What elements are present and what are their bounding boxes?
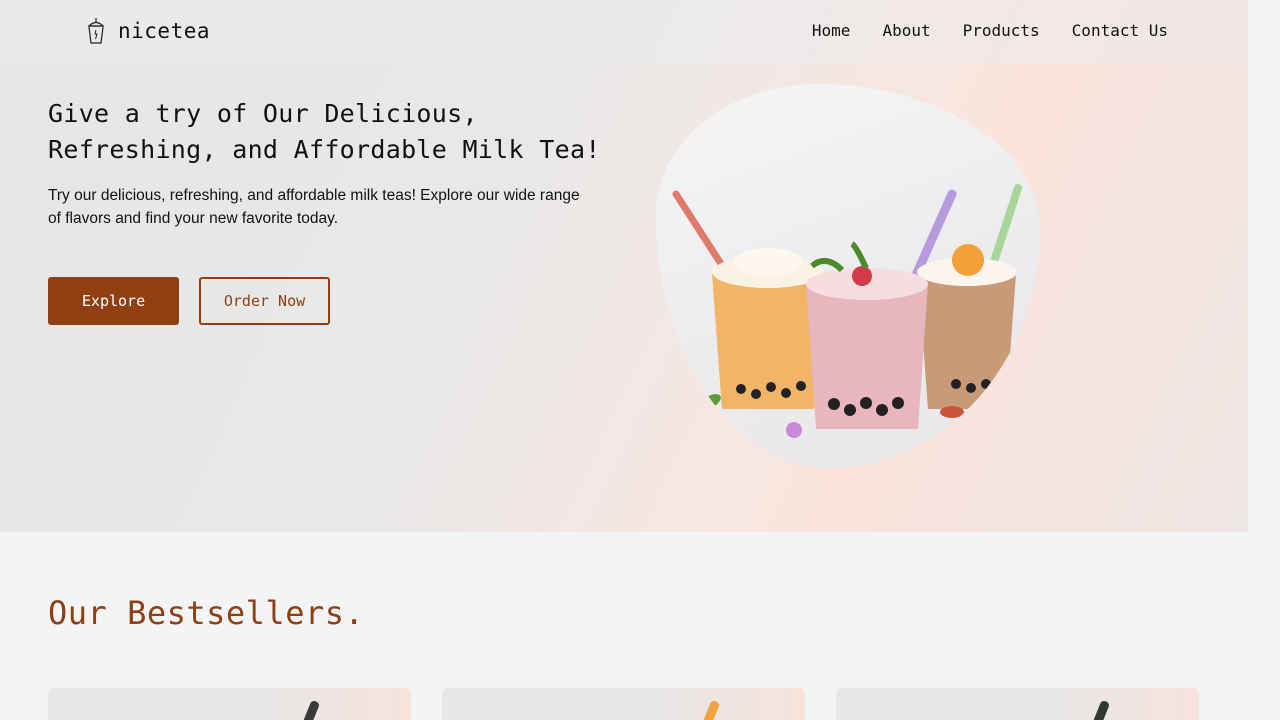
straw-icon [1086, 699, 1111, 720]
bestseller-card[interactable] [48, 688, 411, 720]
straw-icon [296, 699, 321, 720]
main-nav: Home About Products Contact Us [812, 21, 1168, 40]
bestseller-card[interactable] [442, 688, 805, 720]
hero-section [0, 0, 1248, 532]
brand-name: nicetea [118, 19, 211, 43]
nav-products[interactable]: Products [963, 21, 1040, 40]
nav-home[interactable]: Home [812, 21, 851, 40]
order-now-button[interactable]: Order Now [199, 277, 330, 325]
bestseller-card[interactable] [836, 688, 1199, 720]
straw-icon [696, 699, 721, 720]
logo[interactable]: nicetea [86, 17, 210, 45]
bubble-tea-cup-icon [87, 18, 105, 44]
navbar: nicetea Home About Products Contact Us [0, 0, 1248, 64]
hero-description: Try our delicious, refreshing, and affor… [48, 187, 580, 227]
nav-about[interactable]: About [882, 21, 930, 40]
explore-button[interactable]: Explore [48, 277, 179, 325]
bestsellers-title: Our Bestsellers. [48, 594, 365, 632]
nav-contact-us[interactable]: Contact Us [1072, 21, 1168, 40]
hero-title: Give a try of Our Delicious, Refreshing,… [48, 99, 601, 164]
